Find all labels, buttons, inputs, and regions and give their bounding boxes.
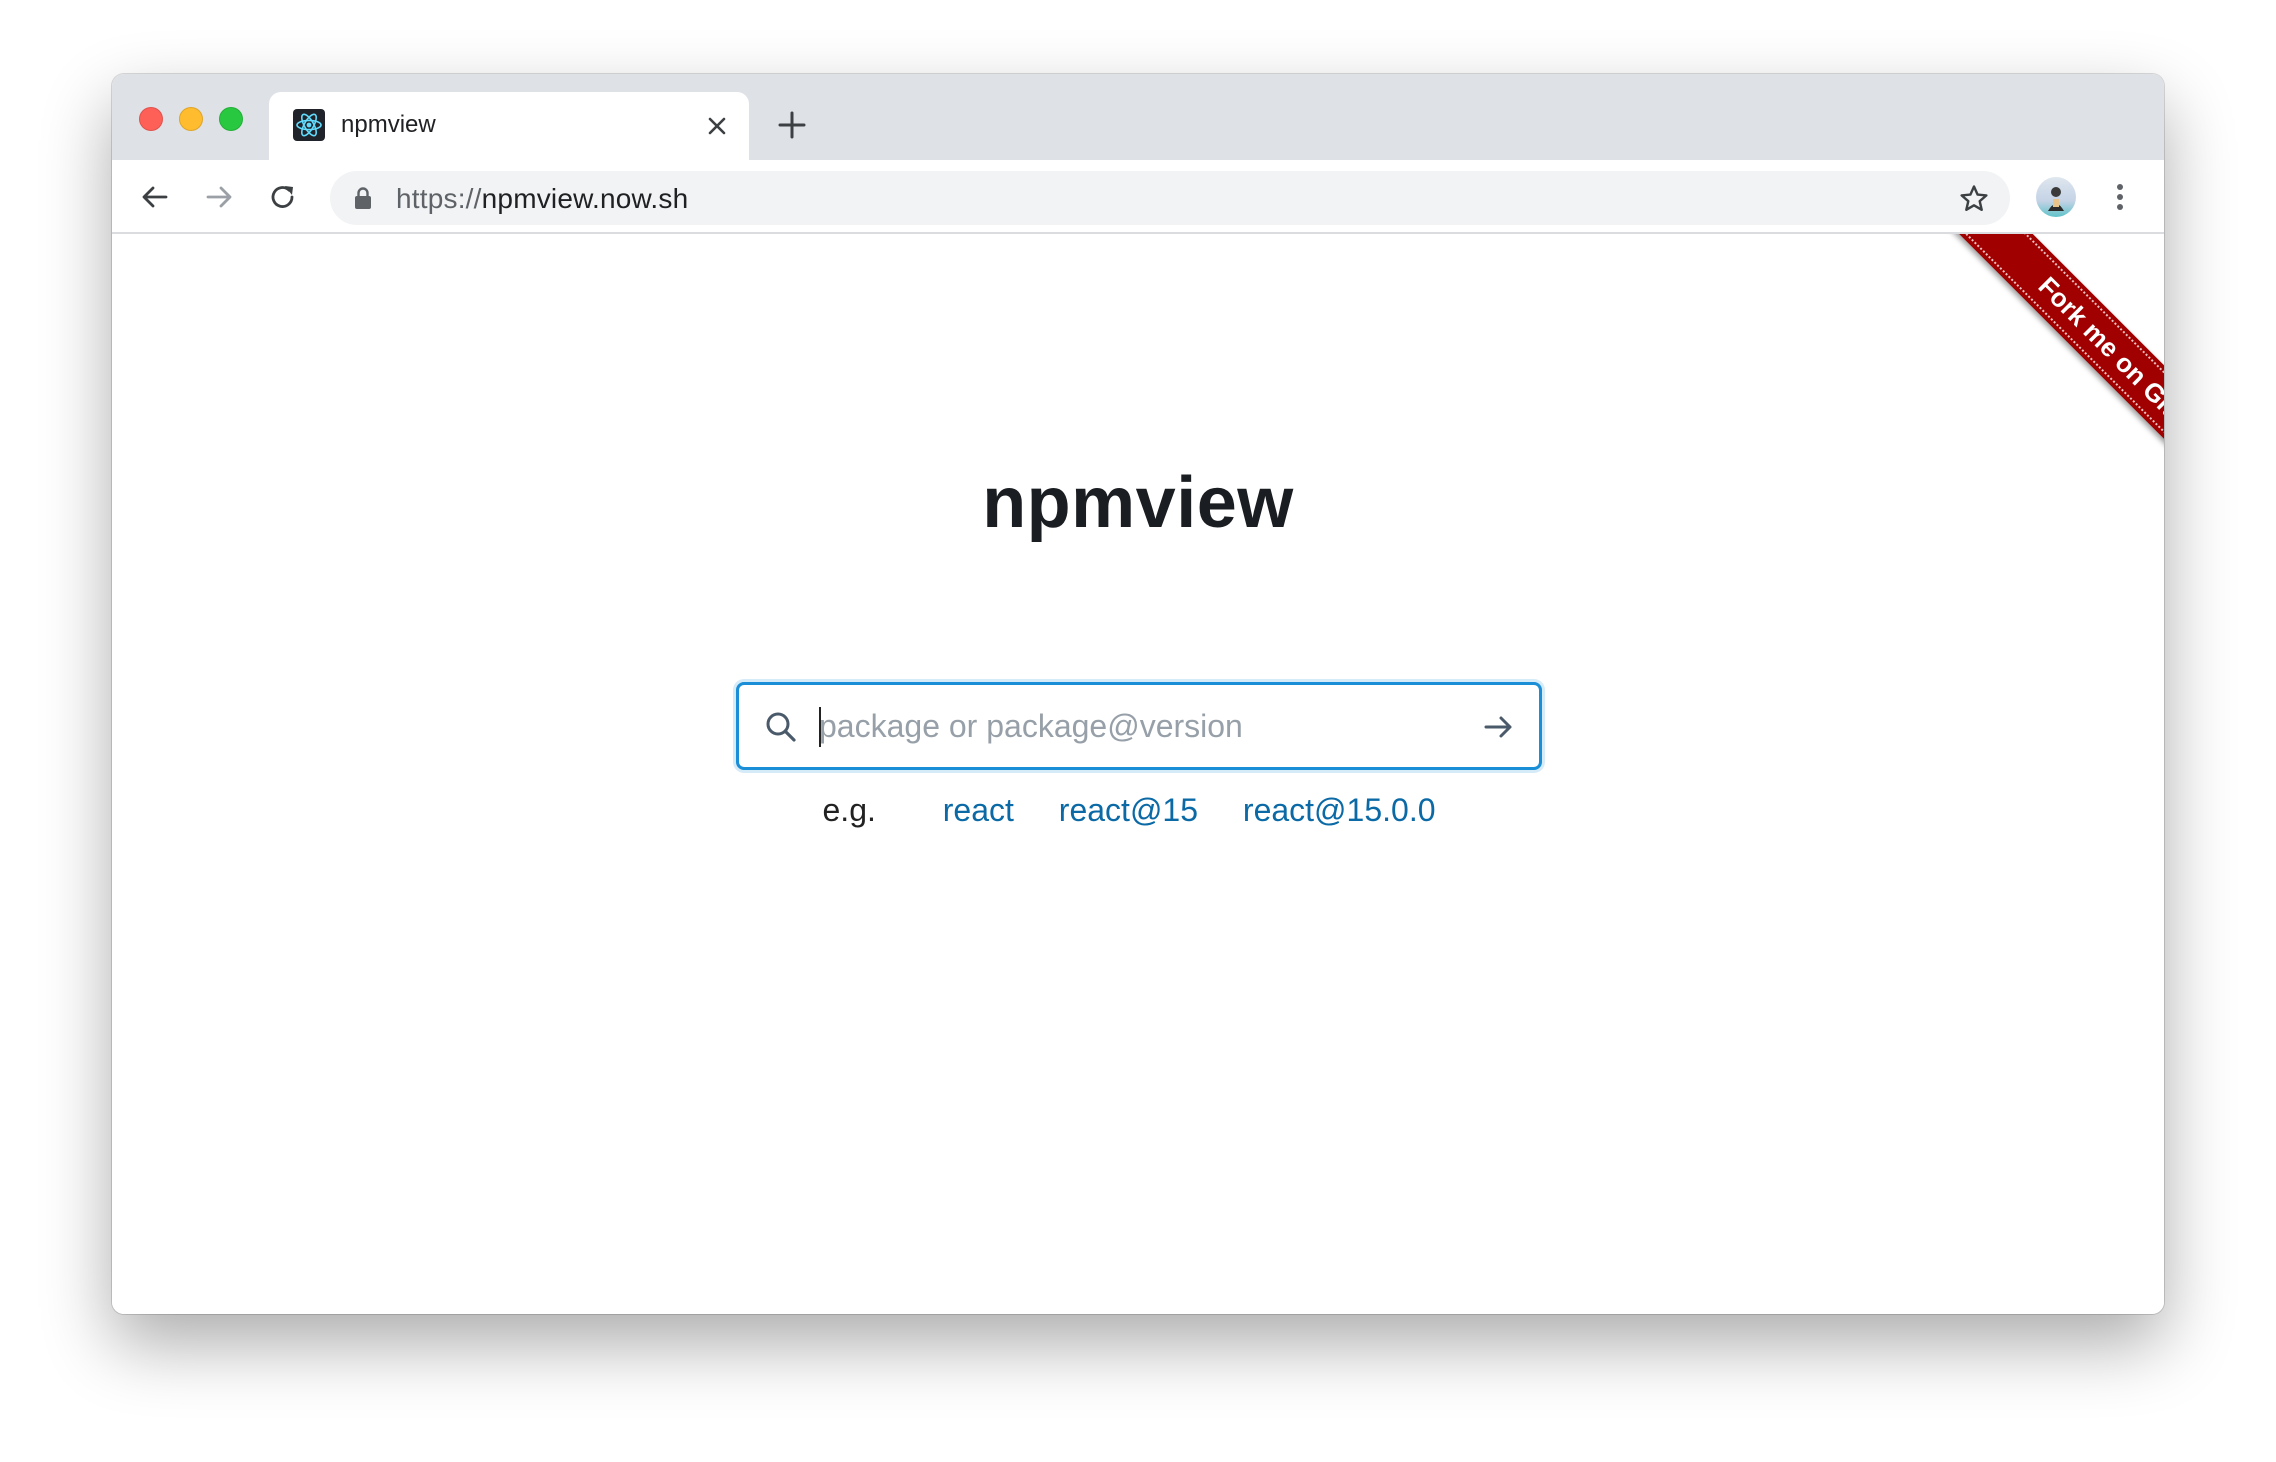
examples-prefix: e.g. <box>822 792 876 828</box>
window-close-button[interactable] <box>139 107 163 131</box>
url-host: npmview.now.sh <box>481 183 689 214</box>
arrow-right-icon[interactable] <box>1481 709 1517 745</box>
text-caret <box>819 707 821 747</box>
examples-row: e.g. react react@15 react@15.0.0 <box>112 792 2164 829</box>
lock-icon <box>355 187 371 209</box>
window-minimize-button[interactable] <box>179 107 203 131</box>
url-text[interactable]: https://npmview.now.sh <box>396 183 688 215</box>
arrow-right-icon[interactable] <box>202 180 236 214</box>
example-link-react-15-0-0[interactable]: react@15.0.0 <box>1243 792 1436 828</box>
tab-strip: npmview <box>112 74 2164 160</box>
star-icon[interactable] <box>1958 183 1990 215</box>
window-zoom-button[interactable] <box>219 107 243 131</box>
search-box[interactable] <box>736 682 1542 770</box>
avatar-picture <box>2048 187 2064 211</box>
browser-window: npmview https://npmview.now.sh Fork me o… <box>112 74 2164 1314</box>
browser-tab[interactable]: npmview <box>269 92 749 160</box>
address-bar[interactable]: https://npmview.now.sh <box>330 171 2010 225</box>
page-viewport: Fork me on GitHub npmview e.g. react rea… <box>112 234 2164 1314</box>
url-scheme: https:// <box>396 183 482 214</box>
close-icon[interactable] <box>703 112 731 140</box>
kebab-menu-icon[interactable] <box>2100 177 2140 217</box>
plus-icon[interactable] <box>776 109 808 141</box>
example-link-react[interactable]: react <box>943 792 1014 828</box>
example-link-react-15[interactable]: react@15 <box>1059 792 1198 828</box>
reload-icon[interactable] <box>266 180 300 214</box>
page-title: npmview <box>982 463 1294 543</box>
react-logo-icon <box>293 109 325 141</box>
browser-toolbar: https://npmview.now.sh <box>112 160 2164 234</box>
search-icon <box>766 712 796 742</box>
profile-avatar[interactable] <box>2036 177 2076 217</box>
tab-title: npmview <box>341 111 436 138</box>
arrow-left-icon[interactable] <box>138 180 172 214</box>
search-input[interactable] <box>819 699 1459 753</box>
